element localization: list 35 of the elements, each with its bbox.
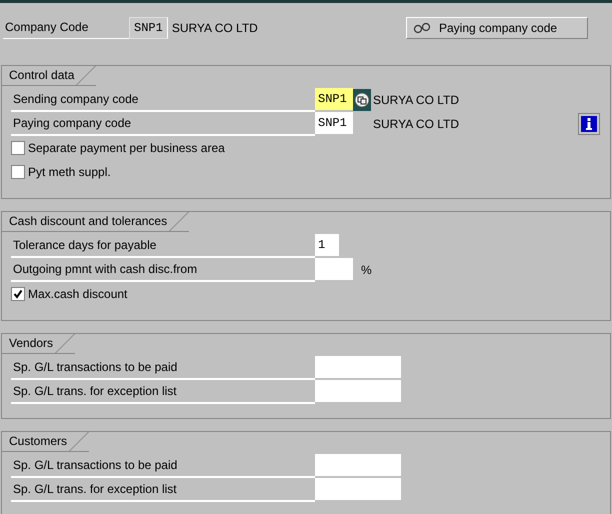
group-title: Vendors (2, 334, 76, 354)
company-name: SURYA CO LTD (373, 116, 460, 133)
input-field[interactable] (315, 454, 401, 476)
field-label: Sp. G/L transactions to be paid (11, 356, 315, 380)
unit-label: % (361, 262, 372, 279)
group-title: Control data (2, 66, 96, 86)
checkbox[interactable] (11, 165, 25, 179)
input-field[interactable]: SNP1 (315, 88, 353, 110)
field-label: Tolerance days for payable (11, 234, 315, 258)
field-label: Sp. G/L trans. for exception list (11, 380, 315, 404)
input-field[interactable] (315, 478, 401, 500)
group-title: Cash discount and tolerances (2, 212, 190, 232)
checkbox[interactable] (11, 141, 25, 155)
checkbox-label: Separate payment per business area (28, 140, 225, 157)
info-icon[interactable] (578, 113, 600, 135)
group-title: Customers (2, 432, 90, 452)
input-field[interactable]: SNP1 (315, 112, 353, 134)
check-icon (13, 289, 23, 299)
input-field[interactable]: 1 (315, 234, 339, 256)
company-name: SURYA CO LTD (172, 20, 258, 37)
input-field[interactable] (315, 380, 401, 402)
field-label: Sending company code (11, 88, 315, 112)
field-label: Sp. G/L transactions to be paid (11, 454, 315, 478)
checkbox-label: Max.cash discount (28, 286, 128, 303)
company-name: SURYA CO LTD (373, 92, 460, 109)
glasses-icon (413, 22, 431, 34)
paying-company-code-button[interactable]: Paying company code (406, 17, 588, 39)
field-label: Paying company code (11, 112, 315, 136)
input-field[interactable] (315, 258, 353, 280)
input-field[interactable] (315, 356, 401, 378)
checkbox-label: Pyt meth suppl. (28, 164, 111, 181)
field-label: Sp. G/L trans. for exception list (11, 478, 315, 502)
company-code-value: SNP1 (129, 17, 168, 39)
field-label: Outgoing pmnt with cash disc.from (11, 258, 315, 282)
checkbox[interactable] (11, 287, 25, 301)
